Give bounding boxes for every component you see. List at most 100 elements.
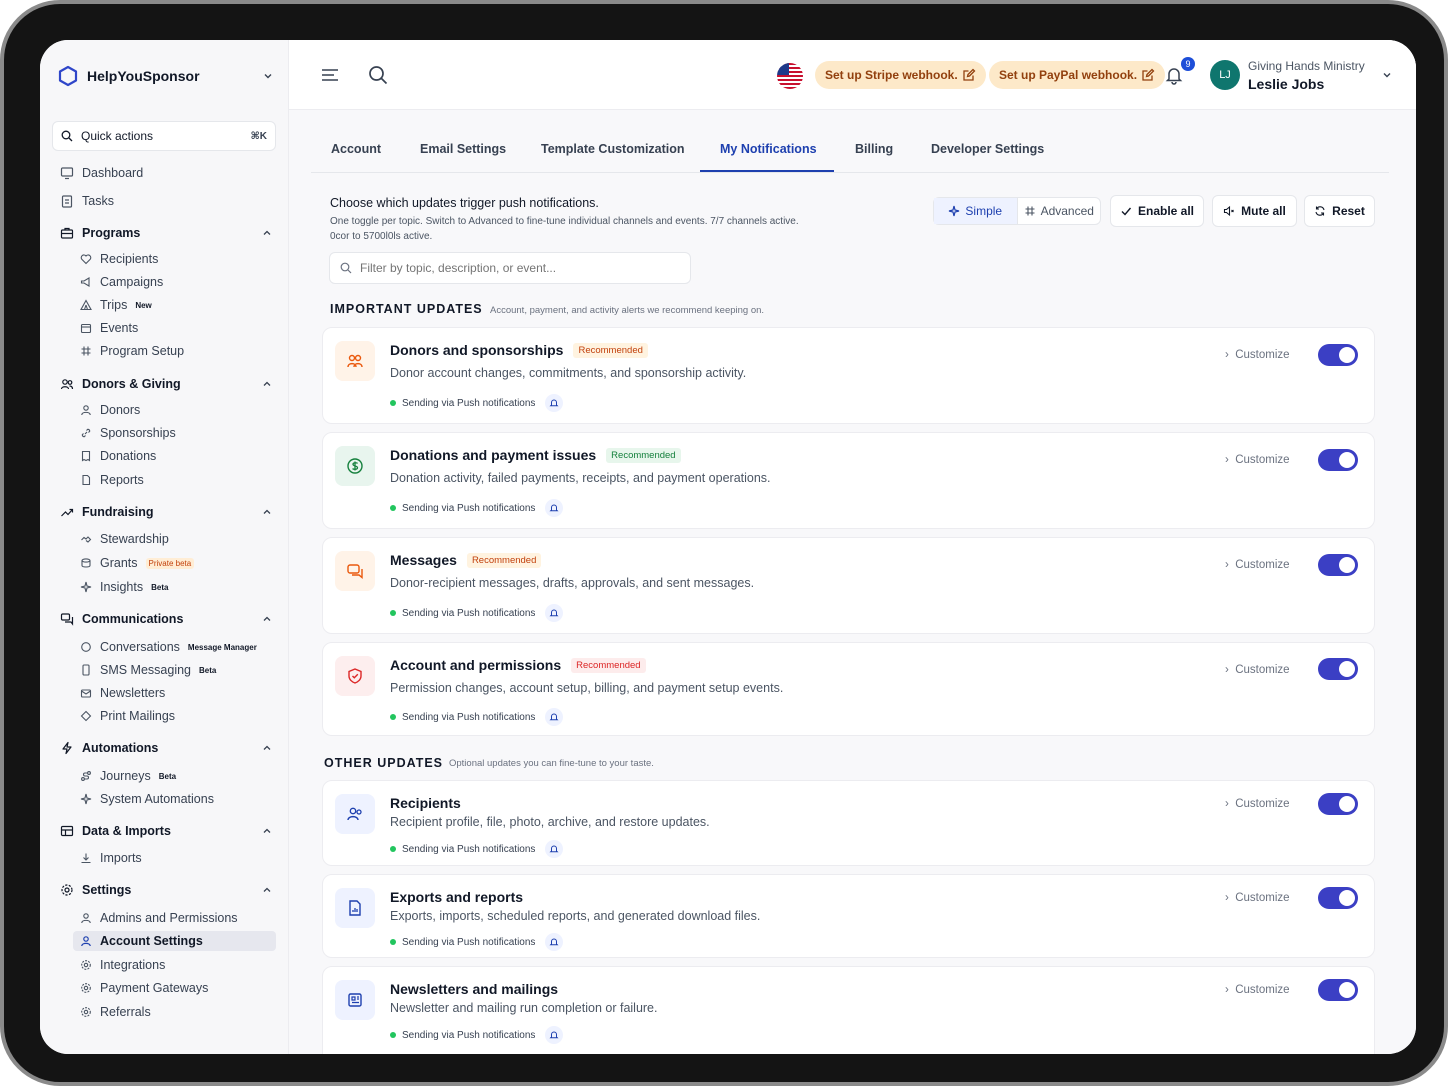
status-text: Sending via Push notifications (402, 711, 536, 723)
sidebar-group-programs[interactable]: Programs (60, 223, 272, 243)
mute-all-button[interactable]: Mute all (1212, 195, 1297, 227)
notification-toggle[interactable] (1318, 344, 1358, 366)
notification-toggle[interactable] (1318, 554, 1358, 576)
sidebar-group-label: Programs (82, 226, 141, 240)
sidebar-item-referrals[interactable]: Referrals (80, 1002, 151, 1022)
sidebar-item-trips[interactable]: Trips New (80, 295, 152, 315)
notification-toggle[interactable] (1318, 658, 1358, 680)
sidebar-item-donations[interactable]: Donations (80, 446, 156, 466)
brand-name: HelpYouSponsor (87, 68, 200, 84)
customize-link[interactable]: › Customize (1225, 984, 1290, 996)
sidebar-item-events[interactable]: Events (80, 318, 138, 338)
filter-input[interactable] (360, 261, 660, 275)
sidebar-item-label: Tasks (82, 194, 114, 208)
menu-icon[interactable] (319, 64, 341, 86)
recommended-badge: Recommended (466, 552, 542, 568)
notification-toggle[interactable] (1318, 979, 1358, 1001)
sidebar-item-admins-permissions[interactable]: Admins and Permissions (80, 908, 238, 928)
chevron-up-icon (263, 381, 271, 386)
tab-developer-settings[interactable]: Developer Settings (931, 142, 1044, 156)
sidebar-item-label: Stewardship (100, 532, 169, 546)
sidebar-item-print-mailings[interactable]: Print Mailings (80, 706, 175, 726)
sidebar-item-insights[interactable]: Insights Beta (80, 577, 168, 597)
sidebar-item-journeys[interactable]: Journeys Beta (80, 766, 176, 786)
enable-all-label: Enable all (1137, 204, 1195, 218)
bell-icon (545, 708, 564, 726)
quick-actions-button[interactable]: Quick actions ⌘K (52, 121, 276, 151)
paypal-webhook-label: Set up PayPal webhook. (999, 68, 1138, 82)
volume-mute-icon (1224, 205, 1235, 217)
user-icon (80, 404, 92, 416)
chevron-down-icon[interactable] (1382, 70, 1392, 80)
sidebar-group-communications[interactable]: Communications (60, 609, 272, 629)
sidebar-item-label: Donors (100, 403, 141, 417)
advanced-mode-button[interactable]: Advanced (1018, 198, 1101, 224)
edit-icon (1142, 68, 1155, 81)
customize-link[interactable]: › Customize (1225, 349, 1290, 361)
sidebar-item-campaigns[interactable]: Campaigns (80, 272, 163, 292)
notification-card-newsletters: Newsletters and mailings Newsletter and … (322, 966, 1375, 1054)
sparkle-icon (80, 793, 92, 805)
customize-link[interactable]: › Customize (1225, 892, 1290, 904)
us-flag-icon[interactable] (777, 63, 803, 89)
tab-template-customization[interactable]: Template Customization (541, 142, 685, 156)
sidebar-item-system-automations[interactable]: System Automations (80, 789, 214, 809)
sidebar-item-tasks[interactable]: Tasks (60, 191, 114, 211)
sidebar-item-recipients[interactable]: Recipients (80, 249, 158, 269)
sidebar-group-settings[interactable]: Settings (60, 880, 272, 900)
reset-button[interactable]: Reset (1304, 195, 1375, 227)
sidebar-item-imports[interactable]: Imports (80, 848, 142, 868)
sidebar-item-grants[interactable]: Grants Private beta (80, 553, 195, 573)
sidebar-item-donors[interactable]: Donors (80, 400, 140, 420)
sidebar-item-account-settings[interactable]: Account Settings (73, 931, 276, 951)
card-title-text: Recipients (390, 795, 461, 811)
card-title: Newsletters and mailings (390, 981, 558, 997)
notification-toggle[interactable] (1318, 887, 1358, 909)
sidebar-item-stewardship[interactable]: Stewardship (80, 529, 169, 549)
avatar[interactable]: LJ (1210, 60, 1240, 90)
tab-email-settings[interactable]: Email Settings (420, 142, 506, 156)
notification-toggle[interactable] (1318, 793, 1358, 815)
user-name: Leslie Jobs (1248, 76, 1325, 92)
customize-link[interactable]: › Customize (1225, 454, 1290, 466)
sidebar-item-conversations[interactable]: Conversations Message Manager (80, 637, 257, 657)
bell-icon (545, 499, 564, 517)
file-chart-icon (335, 888, 375, 928)
enable-all-button[interactable]: Enable all (1110, 195, 1204, 227)
stripe-webhook-warning[interactable]: Set up Stripe webhook. (815, 61, 986, 89)
sidebar-item-program-setup[interactable]: Program Setup (80, 341, 184, 361)
tent-icon (80, 299, 92, 311)
customize-link[interactable]: › Customize (1225, 798, 1290, 810)
sidebar-item-integrations[interactable]: Integrations (80, 955, 165, 975)
filter-field[interactable] (329, 252, 691, 284)
simple-mode-button[interactable]: Simple (934, 198, 1018, 224)
tab-my-notifications[interactable]: My Notifications (720, 142, 817, 156)
bell-icon[interactable] (1164, 65, 1184, 85)
sidebar-group-data-imports[interactable]: Data & Imports (60, 821, 272, 841)
sparkle-icon (80, 581, 92, 593)
sidebar-group-automations[interactable]: Automations (60, 738, 272, 758)
sidebar-group-donors-giving[interactable]: Donors & Giving (60, 374, 272, 394)
paypal-webhook-warning[interactable]: Set up PayPal webhook. (989, 61, 1166, 89)
sidebar-item-reports[interactable]: Reports (80, 470, 144, 490)
notification-toggle[interactable] (1318, 449, 1358, 471)
sidebar-item-sponsorships[interactable]: Sponsorships (80, 423, 176, 443)
brand-switcher[interactable]: HelpYouSponsor (57, 64, 273, 88)
sidebar-item-newsletters[interactable]: Newsletters (80, 683, 165, 703)
settings-tabs: Account Email Settings Template Customiz… (311, 128, 1389, 173)
tab-billing[interactable]: Billing (855, 142, 893, 156)
sidebar-item-sms-messaging[interactable]: SMS Messaging Beta (80, 660, 216, 680)
beta-badge: Beta (158, 771, 177, 781)
stamp-icon (80, 710, 92, 722)
tab-account[interactable]: Account (331, 142, 381, 156)
recommended-badge: Recommended (606, 447, 681, 463)
customize-link[interactable]: › Customize (1225, 664, 1290, 676)
org-name: Giving Hands Ministry (1248, 59, 1365, 73)
sidebar-item-dashboard[interactable]: Dashboard (60, 163, 143, 183)
mute-all-label: Mute all (1241, 204, 1286, 218)
sidebar-group-fundraising[interactable]: Fundraising (60, 502, 272, 522)
sidebar-item-payment-gateways[interactable]: Payment Gateways (80, 978, 208, 998)
sidebar-item-label: Journeys (100, 769, 151, 783)
customize-link[interactable]: › Customize (1225, 559, 1290, 571)
search-icon[interactable] (367, 64, 389, 86)
